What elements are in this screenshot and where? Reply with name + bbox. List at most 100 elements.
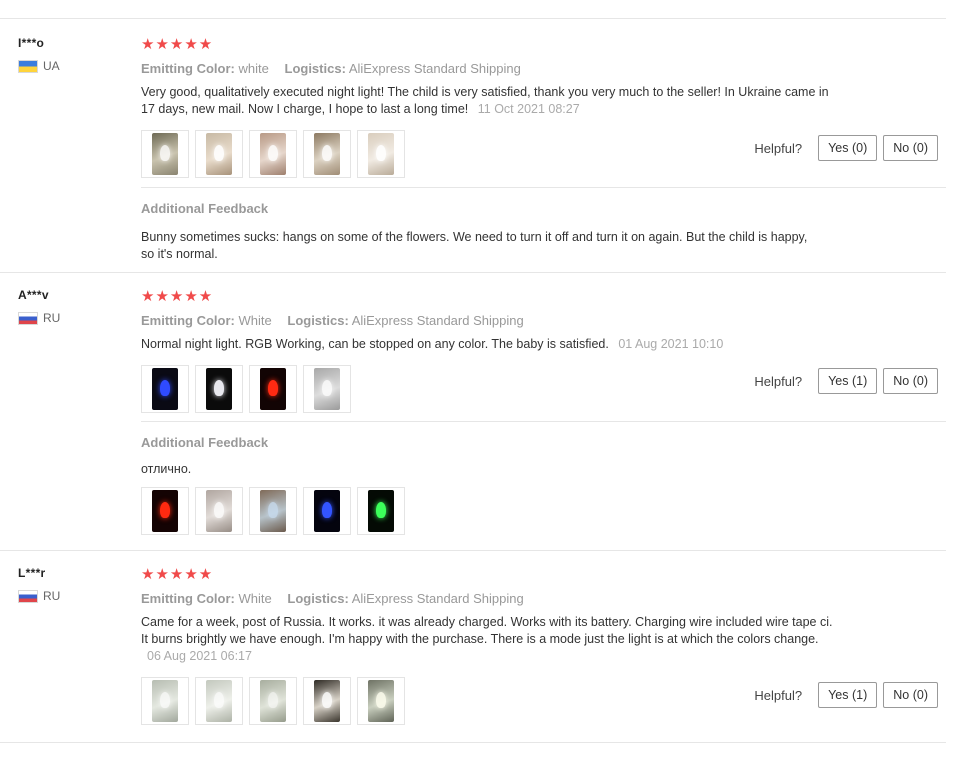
reviewer-name: L***r [18,566,46,580]
emitting-color-value: white [238,61,269,76]
helpful-vote: Helpful? Yes (1) No (0) [754,682,938,708]
review-text: Very good, qualitatively executed night … [141,84,841,118]
logistics-label: Logistics: [287,591,349,606]
photo-thumbnail [260,680,286,722]
review-divider [0,272,946,273]
logistics-label: Logistics: [287,313,349,328]
ukraine-flag-icon [18,59,38,73]
photo-thumbnail [260,133,286,175]
review-meta: Emitting Color: White Logistics: AliExpr… [141,591,946,606]
photo-thumbnail [152,680,178,722]
helpful-no-button[interactable]: No (0) [883,682,938,708]
review-photo[interactable] [195,130,243,178]
reviewer-info: I***o UA [18,36,128,73]
review-divider [0,742,946,743]
review-photo[interactable] [141,677,189,725]
star-rating: ★★★★★ [141,566,214,583]
emitting-color-label: Emitting Color: [141,313,235,328]
reviewer-name: I***o [18,36,45,50]
logistics-value: AliExpress Standard Shipping [351,313,524,328]
helpful-no-button[interactable]: No (0) [883,135,938,161]
country-code: RU [43,311,61,325]
reviewer-info: A***v RU [18,288,128,325]
review-item: I***o UA ★★★★★ Emitting Color: white Log… [0,36,946,272]
review-photo[interactable] [357,130,405,178]
helpful-vote: Helpful? Yes (1) No (0) [754,368,938,394]
emitting-color-label: Emitting Color: [141,61,235,76]
logistics-label: Logistics: [284,61,346,76]
review-divider [0,550,946,551]
additional-feedback-text: Bunny sometimes sucks: hangs on some of … [141,230,808,261]
review-date: 06 Aug 2021 06:17 [147,649,252,663]
reviewer-country: UA [18,59,128,73]
review-meta: Emitting Color: white Logistics: AliExpr… [141,61,946,76]
review-text: Came for a week, post of Russia. It work… [141,614,841,665]
reviewer-info: L***r RU [18,566,128,603]
additional-feedback-text: отлично. [141,462,192,476]
review-photo[interactable] [141,130,189,178]
review-text: Normal night light. RGB Working, can be … [141,336,841,353]
review-photo[interactable] [249,130,297,178]
review-photo[interactable] [195,677,243,725]
review-content: Normal night light. RGB Working, can be … [141,337,609,351]
emitting-color-label: Emitting Color: [141,591,235,606]
photo-thumbnail [368,680,394,722]
review-item: L***r RU ★★★★★ Emitting Color: White Log… [0,566,946,742]
helpful-label: Helpful? [754,140,803,156]
review-photo[interactable] [141,365,189,413]
review-date: 11 Oct 2021 08:27 [477,102,580,116]
logistics-value: AliExpress Standard Shipping [348,61,521,76]
review-photo[interactable] [357,677,405,725]
reviewer-country: RU [18,311,128,325]
country-code: RU [43,589,61,603]
review-photo[interactable] [195,487,243,535]
photo-thumbnail [260,490,286,532]
photo-thumbnail [368,490,394,532]
helpful-yes-button[interactable]: Yes (1) [818,368,878,394]
review-content: Came for a week, post of Russia. It work… [141,615,833,646]
review-meta: Emitting Color: White Logistics: AliExpr… [141,313,946,328]
review-photo[interactable] [303,130,351,178]
review-body: ★★★★★ Emitting Color: White Logistics: A… [141,288,946,415]
review-date: 01 Aug 2021 10:10 [618,337,724,351]
top-divider [0,18,946,19]
helpful-no-button[interactable]: No (0) [883,368,938,394]
photo-thumbnail [206,490,232,532]
review-photo[interactable] [303,487,351,535]
review-photo[interactable] [357,487,405,535]
photo-thumbnail [314,133,340,175]
review-photo[interactable] [303,365,351,413]
country-code: UA [43,59,60,73]
photo-thumbnail [206,680,232,722]
photo-thumbnail [152,133,178,175]
photo-thumbnail [314,368,340,410]
photo-thumbnail [152,368,178,410]
review-photo[interactable] [303,677,351,725]
logistics-value: AliExpress Standard Shipping [351,591,524,606]
photo-thumbnail [206,133,232,175]
helpful-label: Helpful? [754,373,803,389]
review-item: A***v RU ★★★★★ Emitting Color: White Log… [0,288,946,550]
review-photo[interactable] [249,487,297,535]
photo-thumbnail [314,490,340,532]
additional-feedback-title: Additional Feedback [141,201,269,216]
review-photo[interactable] [141,487,189,535]
review-photo[interactable] [249,677,297,725]
photo-thumbnail [314,680,340,722]
review-photo[interactable] [195,365,243,413]
photo-thumbnail [260,368,286,410]
emitting-color-value: White [238,591,272,606]
star-rating: ★★★★★ [141,288,214,305]
photo-thumbnail [206,368,232,410]
helpful-yes-button[interactable]: Yes (1) [818,682,878,708]
helpful-yes-button[interactable]: Yes (0) [818,135,878,161]
review-photo[interactable] [249,365,297,413]
photo-thumbnail [152,490,178,532]
russia-flag-icon [18,589,38,603]
reviewer-name: A***v [18,288,49,302]
photo-thumbnail [368,133,394,175]
star-rating: ★★★★★ [141,36,214,53]
feedback-divider [141,187,946,188]
additional-feedback-photos [141,487,411,535]
feedback-divider [141,421,946,422]
